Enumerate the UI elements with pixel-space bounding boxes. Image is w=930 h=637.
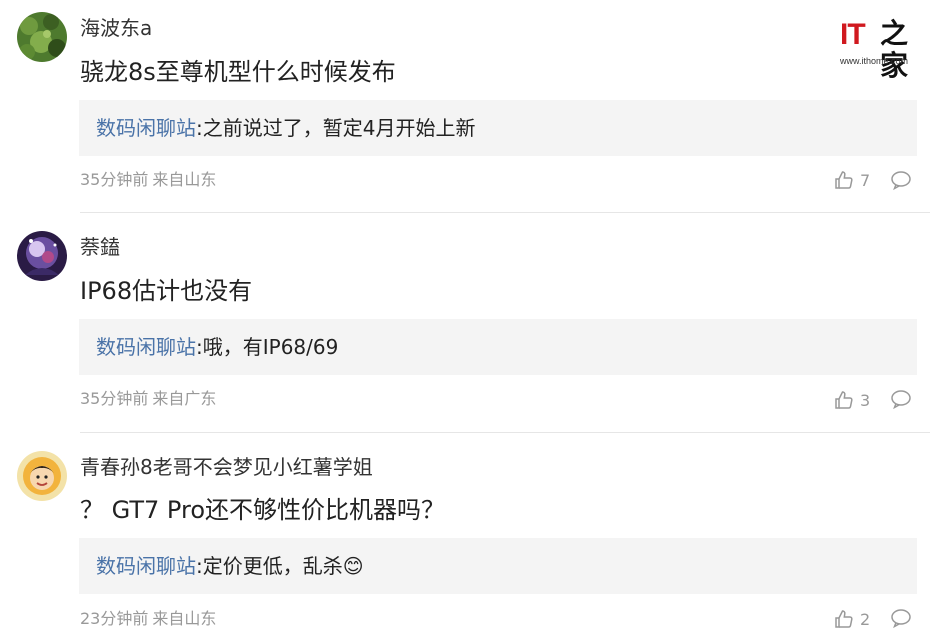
location: 来自山东 <box>152 609 217 628</box>
like-count: 7 <box>860 170 871 190</box>
like-button[interactable]: 7 <box>834 168 870 192</box>
reply-box: 数码闲聊站:之前说过了，暂定4月开始上新 <box>79 100 917 156</box>
timestamp: 35分钟前 <box>80 389 149 408</box>
reply-text: :之前说过了，暂定4月开始上新 <box>196 116 476 140</box>
comment-text: ？ GT7 Pro还不够性价比机器吗？ <box>80 496 446 524</box>
comment-meta: 35分钟前 来自广东 <box>80 388 216 410</box>
logo-url: www.ithome.com <box>840 56 909 66</box>
reply-author[interactable]: 数码闲聊站 <box>96 116 196 140</box>
location: 来自山东 <box>152 170 217 189</box>
reply-text: :定价更低，乱杀 <box>196 554 343 578</box>
username[interactable]: 海波东a <box>80 14 152 42</box>
divider <box>80 212 930 213</box>
speech-bubble-icon[interactable] <box>890 607 912 629</box>
timestamp: 35分钟前 <box>80 170 149 189</box>
comment-text: IP68估计也没有 <box>80 277 253 305</box>
smile-emoji: 😊 <box>342 554 364 578</box>
reply-box: 数码闲聊站:定价更低，乱杀😊 <box>79 538 917 594</box>
avatar[interactable] <box>17 451 67 501</box>
like-button[interactable]: 3 <box>834 388 870 412</box>
username[interactable]: 青春孙8老哥不会梦见小红薯学姐 <box>80 453 373 481</box>
avatar[interactable] <box>17 231 67 281</box>
like-button[interactable]: 2 <box>834 607 870 631</box>
reply-author[interactable]: 数码闲聊站 <box>96 554 196 578</box>
divider <box>80 432 930 433</box>
thumbs-up-icon <box>835 391 853 409</box>
speech-bubble-icon[interactable] <box>890 388 912 410</box>
speech-bubble-icon[interactable] <box>890 169 912 191</box>
reply-author[interactable]: 数码闲聊站 <box>96 335 196 359</box>
comment-feed: IT 之家 www.ithome.com 海波东a 骁龙8s至尊机型什么时候发布… <box>0 0 930 637</box>
reply-box: 数码闲聊站:哦，有IP68/69 <box>79 319 917 375</box>
avatar[interactable] <box>17 12 67 62</box>
comment-meta: 23分钟前 来自山东 <box>80 608 216 630</box>
thumbs-up-icon <box>835 171 853 189</box>
comment-text: 骁龙8s至尊机型什么时候发布 <box>80 58 396 86</box>
location: 来自广东 <box>152 389 217 408</box>
timestamp: 23分钟前 <box>80 609 149 628</box>
ithome-logo: IT 之家 www.ithome.com <box>840 17 909 82</box>
username[interactable]: 萘鎑 <box>80 233 120 261</box>
reply-text: :哦，有IP68/69 <box>196 335 339 359</box>
thumbs-up-icon <box>835 610 853 628</box>
comment-meta: 35分钟前 来自山东 <box>80 169 216 191</box>
like-count: 3 <box>860 390 871 410</box>
like-count: 2 <box>860 609 871 629</box>
